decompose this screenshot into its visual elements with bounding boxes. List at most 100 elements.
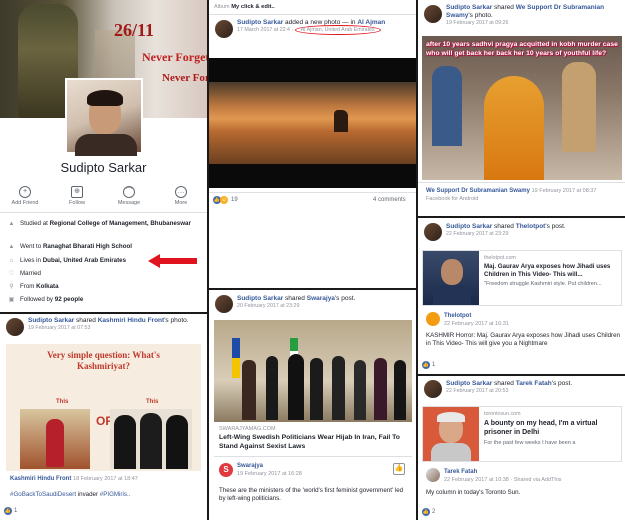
author-avatar[interactable] [426,468,440,482]
rss-icon: ▣ [8,297,15,303]
followers-link[interactable]: 92 people [55,296,84,303]
shared-footer: Kashmiri Hindu Front 18 February 2017 at… [10,476,138,482]
thumbs-up-icon[interactable]: 👍 [393,463,405,475]
divider [0,212,207,213]
divider [418,182,625,183]
person-saffron [484,76,544,180]
label-this-1: This [56,399,69,405]
link-domain: thelotpot.com [484,255,516,261]
profile-panel: 26/11 Never Forget Never Forgive Sudipto… [0,0,207,312]
kashmiri-image[interactable]: Very simple question: What's Kashmiriyat… [6,344,201,471]
message-button[interactable]: ⌒ Message [111,186,147,206]
post-caption: My column in today's Toronto Sun. [426,489,521,496]
link-thumbnail [423,407,479,461]
like-reaction-icon[interactable]: 👍 [422,361,430,369]
post-tarek: Sudipto Sarkar shared Tarek Fatah's post… [418,376,625,520]
divider [214,456,412,457]
studied-at-link[interactable]: Regional College of Management, Bhubanes… [50,220,191,227]
column-divider [416,0,418,520]
post-header: Sudipto Sarkar shared Kashmiri Hindu Fro… [28,317,203,332]
profile-picture[interactable] [65,78,143,156]
person-right [562,62,596,152]
swamy-photo[interactable]: after 10 years sadhvi pragya acquitted i… [422,36,622,180]
post-caption: #GoBackToSaudiDesert invader #PIGMiris.. [10,491,131,498]
divider [209,14,416,15]
info-lives: ⌂ Lives in Dubai, United Arab Emirates [9,257,127,264]
profile-name: Sudipto Sarkar [60,160,147,175]
profile-shirt [75,134,137,156]
photo-dark-background[interactable] [209,58,416,188]
post-header: Sudipto Sarkar shared Swarajya's post. 2… [237,295,412,310]
more-icon: … [175,186,187,198]
column-divider [207,0,209,520]
reaction-count[interactable]: 1 [14,508,17,514]
cover-text-3: Never Forgive [162,72,207,84]
link-preview[interactable]: thelotpot.com Maj. Gaurav Arya exposes h… [422,250,622,306]
post-time[interactable]: 19 February 2017 at 09:26 [446,20,621,27]
row-divider [0,312,207,314]
shared-footer: Tarek Fatah 22 February 2017 at 10:38 · … [444,469,562,483]
avatar[interactable] [215,20,233,38]
post-caption: KASHMIR Horror: Maj. Gaurav Arya exposes… [426,332,620,347]
post-time[interactable]: 20 February 2017 at 23:29 [237,303,412,310]
link-headline[interactable]: Left-Wing Swedish Politicians Wear Hijab… [219,434,409,451]
follow-button[interactable]: ⊕ Follow [59,186,95,206]
post-header: Sudipto Sarkar added a new photo — in Al… [237,19,386,35]
thelotpot-logo[interactable] [426,312,440,326]
camel-silhouette [334,110,348,132]
row-divider [418,374,625,376]
avatar[interactable] [424,380,442,398]
avatar[interactable] [215,295,233,313]
like-reaction-icon[interactable]: 👍 [422,508,430,516]
from-link[interactable]: Kolkata [36,283,58,290]
link-description: For the past few weeks I have been a [484,440,576,446]
post-time[interactable]: 22 February 2017 at 20:53 [446,388,621,395]
haha-reaction-icon[interactable]: ☺ [220,196,228,204]
reaction-count[interactable]: 1 [432,362,435,368]
link-thumbnail [423,251,479,305]
post-album: Album My click & edit.. Sudipto Sarkar a… [209,0,416,288]
reaction-count[interactable]: 2 [432,509,435,515]
comment-count[interactable]: 4 comments [373,197,406,203]
shared-footer: Thelotpot 22 February 2017 at 16:31 [444,313,509,327]
add-friend-button[interactable]: + Add Friend [7,186,43,206]
overlay-text: after 10 years sadhvi pragya acquitted i… [426,41,618,57]
post-kashmiri: Sudipto Sarkar shared Kashmiri Hindu Fro… [0,314,207,520]
post-time[interactable]: 22 February 2017 at 23:29 [446,231,621,238]
link-preview[interactable]: torontosun.com A bounty on my head, I'm … [422,406,622,462]
link-title: Maj. Gaurav Arya exposes how Jihadi uses… [484,263,611,278]
link-image[interactable] [214,320,412,422]
post-caption: These are the ministers of the 'world's … [219,487,404,502]
post-time[interactable]: 19 February 2017 at 07:53 [28,325,203,332]
location-pin-icon: ⚲ [9,284,14,290]
home-icon: ⌂ [9,258,14,264]
follow-icon: ⊕ [71,186,83,198]
link-domain: torontosun.com [484,411,521,417]
avatar[interactable] [424,223,442,241]
reaction-count[interactable]: 19 [231,197,238,203]
avatar[interactable] [6,318,24,336]
message-icon: ⌒ [123,186,135,198]
post-header: Sudipto Sarkar shared We Support Dr Subr… [446,4,621,27]
more-button[interactable]: … More [163,186,199,206]
location-meta[interactable]: Al Ajman, United Arab Emirates [294,25,381,35]
album-link[interactable]: My click & edit.. [231,4,275,10]
like-reaction-icon[interactable]: 👍 [4,507,12,515]
right-photo [110,409,192,469]
school-link[interactable]: Ranaghat Bharati High School [43,243,132,250]
info-from: ⚲ From Kolkata [9,283,59,290]
image-title: Very simple question: What's Kashmiriyat… [47,350,160,371]
person-left [432,66,462,146]
link-domain: swarajyamag.com [219,426,276,432]
post-header: Sudipto Sarkar shared Tarek Fatah's post… [446,380,621,395]
desert-photo [209,82,416,164]
row-divider [209,288,416,290]
profile-hair [87,90,123,106]
post-swamy: Sudipto Sarkar shared We Support Dr Subr… [418,0,625,216]
info-school: ▲ Went to Ranaghat Bharati High School [8,243,132,250]
swarajya-logo[interactable]: S [219,463,233,477]
lives-link[interactable]: Dubai, United Arab Emirates [43,257,126,264]
link-title: A bounty on my head, I'm a virtual priso… [484,420,598,436]
avatar[interactable] [424,5,442,23]
divider [209,192,416,193]
